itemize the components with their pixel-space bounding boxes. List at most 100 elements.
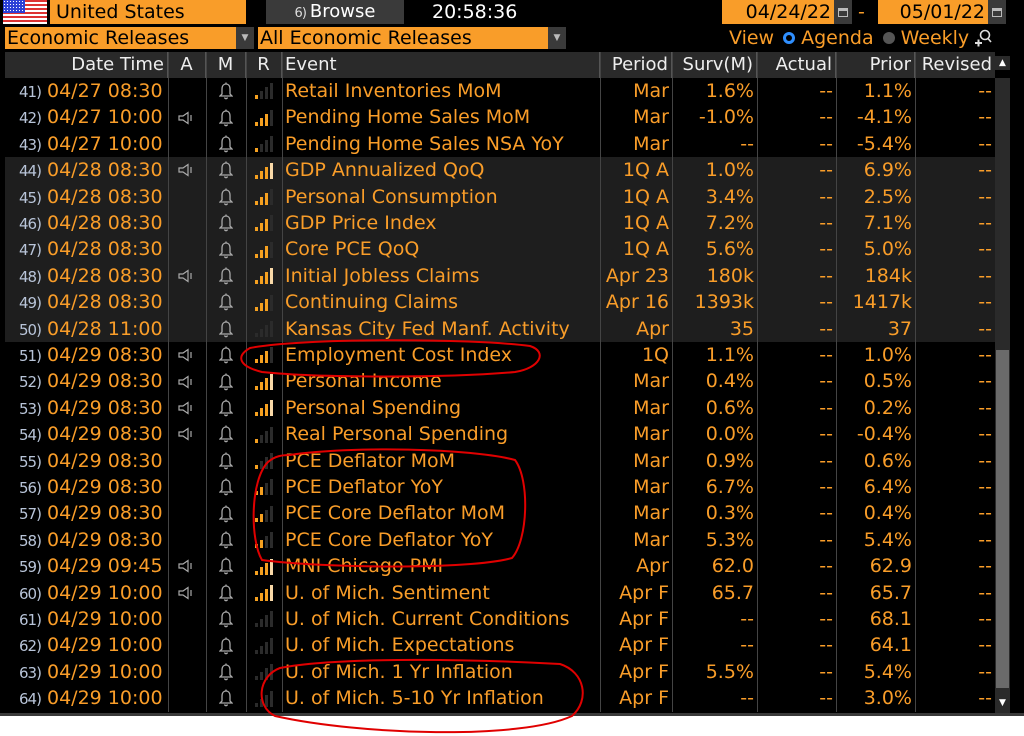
header-audio[interactable]: A <box>168 52 206 78</box>
bell-icon[interactable] <box>206 527 246 553</box>
category-dropdown[interactable]: Economic Releases <box>5 27 236 49</box>
table-row[interactable]: 54) 04/29 08:30 Real Personal Spending Mar… <box>5 421 995 447</box>
bell-icon[interactable] <box>206 580 246 606</box>
event-name[interactable]: Pending Home Sales MoM <box>282 104 600 130</box>
event-name[interactable]: Pending Home Sales NSA YoY <box>282 131 600 157</box>
table-row[interactable]: 56) 04/29 08:30 PCE Deflator YoY Mar 6.7% --… <box>5 474 995 500</box>
event-name[interactable]: Employment Cost Index <box>282 342 600 368</box>
event-name[interactable]: PCE Deflator MoM <box>282 448 600 474</box>
speaker-icon[interactable] <box>168 368 206 394</box>
header-relevance[interactable]: R <box>246 52 282 78</box>
table-row[interactable]: 49) 04/28 08:30 Continuing Claims Apr 16 13… <box>5 289 995 316</box>
bell-icon[interactable] <box>206 368 246 394</box>
event-name[interactable]: Real Personal Spending <box>282 421 600 447</box>
speaker-icon[interactable] <box>168 395 206 421</box>
event-name[interactable]: PCE Core Deflator MoM <box>282 500 600 526</box>
bell-icon[interactable] <box>206 210 246 236</box>
bell-icon[interactable] <box>206 448 246 474</box>
table-row[interactable]: 48) 04/28 08:30 Initial Jobless Claims Apr… <box>5 262 995 290</box>
table-row[interactable]: 52) 04/29 08:30 Personal Income Mar 0.4% -- 0… <box>5 368 995 394</box>
speaker-icon[interactable] <box>168 104 206 130</box>
bell-icon[interactable] <box>206 184 246 210</box>
event-name[interactable]: PCE Core Deflator YoY <box>282 527 600 553</box>
bell-icon[interactable] <box>206 632 246 658</box>
weekly-option-label[interactable]: Weekly <box>901 26 970 50</box>
speaker-icon[interactable] <box>168 580 206 606</box>
table-row[interactable]: 46) 04/28 08:30 GDP Price Index 1Q A 7.2% --… <box>5 210 995 237</box>
table-row[interactable]: 55) 04/29 08:30 PCE Deflator MoM Mar 0.9% --… <box>5 448 995 474</box>
zoom-icon[interactable] <box>973 28 993 48</box>
header-period[interactable]: Period <box>600 52 672 78</box>
table-row[interactable]: 53) 04/29 08:30 Personal Spending Mar 0.6% -… <box>5 395 995 421</box>
table-row[interactable]: 63) 04/29 10:00 U. of Mich. 1 Yr Inflatio… <box>5 659 995 685</box>
event-name[interactable]: GDP Price Index <box>282 210 600 236</box>
bell-icon[interactable] <box>206 131 246 157</box>
table-row[interactable]: 45) 04/28 08:30 Personal Consumption 1Q A 3… <box>5 183 995 210</box>
event-name[interactable]: U. of Mich. 1 Yr Inflation <box>282 659 600 685</box>
header-event[interactable]: Event <box>282 52 600 78</box>
header-prior[interactable]: Prior <box>836 52 915 78</box>
scrollbar-thumb[interactable] <box>996 350 1009 688</box>
bell-icon[interactable] <box>206 236 246 262</box>
event-name[interactable]: Personal Income <box>282 368 600 394</box>
header-datetime[interactable]: Date Time <box>5 52 168 78</box>
event-name[interactable]: PCE Deflator YoY <box>282 474 600 500</box>
event-name[interactable]: MNI Chicago PMI <box>282 553 600 579</box>
event-name[interactable]: Initial Jobless Claims <box>282 263 600 289</box>
bell-icon[interactable] <box>206 157 246 183</box>
subcategory-dropdown-arrow-icon[interactable]: ▼ <box>548 27 566 49</box>
bell-icon[interactable] <box>206 659 246 685</box>
bell-icon[interactable] <box>206 500 246 526</box>
event-name[interactable]: Retail Inventories MoM <box>282 78 600 104</box>
browse-button[interactable]: 6) Browse <box>266 0 404 24</box>
speaker-icon[interactable] <box>168 342 206 368</box>
end-date-input[interactable]: 05/01/22 <box>878 0 988 24</box>
table-row[interactable]: 62) 04/29 10:00 U. of Mich. Expectations A… <box>5 632 995 658</box>
speaker-icon[interactable] <box>168 157 206 183</box>
bell-icon[interactable] <box>206 316 246 342</box>
start-date-input[interactable]: 04/24/22 <box>722 0 834 24</box>
event-name[interactable]: U. of Mich. Sentiment <box>282 580 600 606</box>
event-name[interactable]: U. of Mich. Expectations <box>282 632 600 658</box>
category-dropdown-arrow-icon[interactable]: ▼ <box>236 27 254 49</box>
header-revised[interactable]: Revised <box>915 52 995 78</box>
event-name[interactable]: Continuing Claims <box>282 289 600 315</box>
bell-icon[interactable] <box>206 395 246 421</box>
bell-icon[interactable] <box>206 104 246 130</box>
table-row[interactable]: 61) 04/29 10:00 U. of Mich. Current Condi… <box>5 606 995 632</box>
agenda-option-label[interactable]: Agenda <box>801 26 874 50</box>
table-row[interactable]: 41) 04/27 08:30 Retail Inventories MoM Mar… <box>5 78 995 104</box>
speaker-icon[interactable] <box>168 421 206 447</box>
event-name[interactable]: U. of Mich. 5-10 Yr Inflation <box>282 685 600 711</box>
event-name[interactable]: Personal Spending <box>282 395 600 421</box>
header-actual[interactable]: Actual <box>757 52 836 78</box>
bell-icon[interactable] <box>206 553 246 579</box>
subcategory-dropdown[interactable]: All Economic Releases <box>258 27 548 49</box>
event-name[interactable]: GDP Annualized QoQ <box>282 157 600 183</box>
country-selector[interactable]: United States <box>50 0 246 24</box>
speaker-icon[interactable] <box>168 553 206 579</box>
table-row[interactable]: 44) 04/28 08:30 GDP Annualized QoQ 1Q A 1.0… <box>5 157 995 184</box>
bell-icon[interactable] <box>206 474 246 500</box>
bell-icon[interactable] <box>206 342 246 368</box>
weekly-radio[interactable] <box>882 32 895 44</box>
event-name[interactable]: Core PCE QoQ <box>282 236 600 262</box>
bell-icon[interactable] <box>206 421 246 447</box>
bell-icon[interactable] <box>206 685 246 711</box>
bell-icon[interactable] <box>206 263 246 289</box>
bell-icon[interactable] <box>206 289 246 315</box>
table-row[interactable]: 60) 04/29 10:00 U. of Mich. Sentiment Apr … <box>5 580 995 606</box>
start-calendar-icon[interactable] <box>834 0 852 24</box>
table-row[interactable]: 51) 04/29 08:30 Employment Cost Index 1Q 1.… <box>5 342 995 368</box>
end-calendar-icon[interactable] <box>988 0 1006 24</box>
event-name[interactable]: Kansas City Fed Manf. Activity <box>282 316 600 342</box>
table-row[interactable]: 42) 04/27 10:00 Pending Home Sales MoM Mar… <box>5 104 995 130</box>
table-row[interactable]: 43) 04/27 10:00 Pending Home Sales NSA Yo… <box>5 131 995 157</box>
scroll-up-arrow-icon[interactable]: ▲ <box>995 56 1010 70</box>
header-alert[interactable]: M <box>206 52 246 78</box>
table-row[interactable]: 64) 04/29 10:00 U. of Mich. 5-10 Yr Infla… <box>5 685 995 711</box>
table-row[interactable]: 50) 04/28 11:00 Kansas City Fed Manf. Act… <box>5 315 995 342</box>
header-survey[interactable]: Surv(M) <box>672 52 757 78</box>
table-row[interactable]: 59) 04/29 09:45 MNI Chicago PMI Apr 62.0 -- 6… <box>5 553 995 579</box>
event-name[interactable]: Personal Consumption <box>282 184 600 210</box>
